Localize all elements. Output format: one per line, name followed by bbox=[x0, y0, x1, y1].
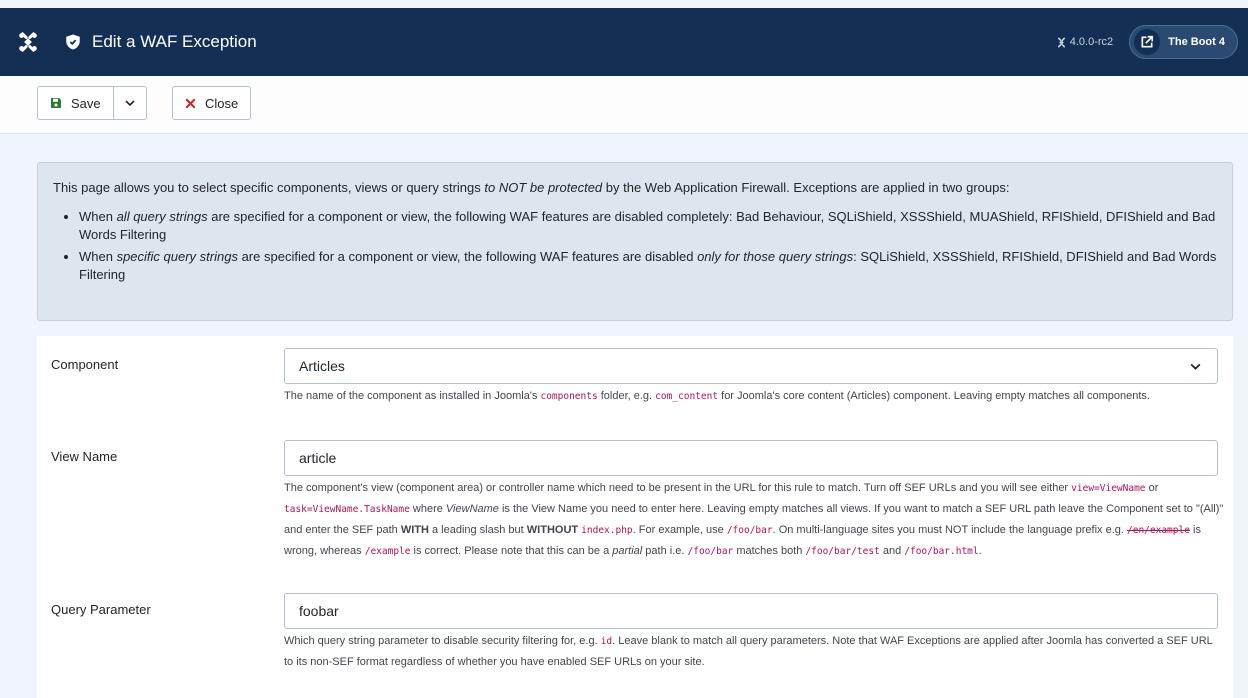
form-card: Component Articles The name of the compo… bbox=[37, 336, 1233, 698]
site-link-button[interactable]: The Boot 4 bbox=[1129, 25, 1238, 59]
version-badge: 4.0.0-rc2 bbox=[1056, 36, 1113, 48]
view-name-label: View Name bbox=[51, 449, 118, 464]
floppy-disk-icon bbox=[51, 98, 61, 108]
chevron-down-icon bbox=[125, 100, 135, 107]
component-label: Component bbox=[51, 357, 119, 372]
save-label: Save bbox=[71, 95, 101, 111]
query-parameter-input[interactable]: foobar bbox=[284, 593, 1218, 629]
chevron-down-icon bbox=[1173, 349, 1217, 383]
page-title: Edit a WAF Exception bbox=[92, 32, 257, 51]
close-icon bbox=[185, 98, 196, 108]
toolbar: Save Close bbox=[0, 76, 1248, 134]
query-parameter-value: foobar bbox=[299, 603, 339, 619]
query-parameter-help: Which query string parameter to disable … bbox=[284, 635, 1213, 668]
external-link-icon bbox=[1134, 29, 1161, 55]
site-name: The Boot 4 bbox=[1168, 36, 1225, 48]
alert-intro: This page allows you to select specific … bbox=[53, 180, 1010, 195]
alert-list: When all query strings are specified for… bbox=[53, 208, 1217, 284]
version-text: 4.0.0-rc2 bbox=[1069, 36, 1114, 48]
query-parameter-label: Query Parameter bbox=[51, 602, 151, 617]
list-item: When specific query strings are specifie… bbox=[79, 248, 1217, 284]
component-help: The name of the component as installed i… bbox=[284, 390, 1150, 402]
list-item: When all query strings are specified for… bbox=[79, 208, 1217, 244]
info-alert: This page allows you to select specific … bbox=[37, 162, 1233, 321]
header-bar: Edit a WAF Exception 4.0.0-rc2 The Boot … bbox=[0, 8, 1248, 76]
close-button[interactable]: Close bbox=[172, 86, 252, 120]
view-name-help: The component's view (component area) or… bbox=[284, 482, 1224, 557]
shield-icon bbox=[66, 34, 80, 50]
view-name-value: article bbox=[299, 450, 337, 466]
view-name-input[interactable]: article bbox=[284, 440, 1218, 476]
joomla-small-icon bbox=[1057, 37, 1065, 47]
save-button-group: Save bbox=[37, 86, 147, 120]
close-label: Close bbox=[205, 95, 239, 111]
joomla-logo-icon[interactable] bbox=[0, 8, 56, 76]
save-dropdown-toggle[interactable] bbox=[112, 87, 146, 119]
save-button[interactable]: Save bbox=[38, 87, 113, 119]
component-selected-value: Articles bbox=[299, 358, 345, 374]
component-select[interactable]: Articles bbox=[284, 348, 1218, 384]
